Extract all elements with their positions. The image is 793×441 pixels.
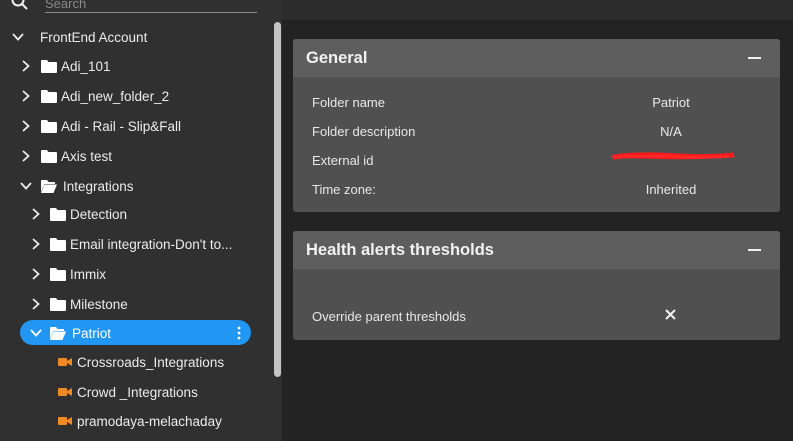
health-alerts-card: Health alerts thresholds Override parent… — [293, 231, 780, 340]
tree-item[interactable]: Adi_new_folder_2 — [0, 83, 272, 109]
tree-item-label: Crowd _Integrations — [77, 384, 198, 400]
redaction-mark — [611, 152, 735, 161]
close-icon — [665, 309, 676, 320]
tree-item-camera[interactable]: Crowd _Integrations — [0, 379, 272, 405]
folder-icon — [50, 208, 66, 221]
camera-icon — [58, 388, 72, 396]
chevron-down-icon[interactable] — [30, 327, 42, 339]
chevron-right-icon[interactable] — [20, 90, 32, 102]
tree-item-label: Adi_new_folder_2 — [61, 88, 170, 104]
folder-icon — [50, 238, 66, 251]
tree-item[interactable]: Adi - Rail - Slip&Fall — [0, 113, 272, 139]
tree-item-label: Crossroads_Integrations — [77, 354, 225, 370]
tree-item-patriot[interactable]: Patriot — [0, 320, 272, 346]
health-card-header[interactable]: Health alerts thresholds — [293, 231, 780, 269]
folder-icon — [41, 60, 57, 73]
tree-item-root[interactable]: FrontEnd Account — [0, 24, 272, 50]
folder-icon — [41, 120, 57, 133]
chevron-right-icon[interactable] — [30, 298, 42, 310]
more-vert-icon[interactable] — [236, 326, 242, 340]
camera-icon — [58, 417, 72, 425]
chevron-right-icon[interactable] — [30, 238, 42, 250]
folder-icon — [50, 298, 66, 311]
folder-icon — [41, 90, 57, 103]
tree-item-label: Patriot — [72, 325, 112, 341]
minus-icon[interactable] — [748, 249, 761, 251]
general-card-header[interactable]: General — [293, 39, 780, 77]
time-zone-value: Inherited — [645, 182, 697, 197]
folder-name-label: Folder name — [312, 95, 385, 110]
chevron-down-icon[interactable] — [12, 31, 24, 43]
chevron-down-icon[interactable] — [20, 180, 32, 192]
folder-icon — [50, 268, 66, 281]
minus-icon[interactable] — [748, 57, 761, 59]
camera-icon — [58, 358, 72, 366]
card-title: Health alerts thresholds — [306, 241, 494, 259]
external-id-label: External id — [312, 153, 374, 168]
chevron-right-icon[interactable] — [20, 120, 32, 132]
top-bar — [282, 0, 793, 20]
tree-item-label: Milestone — [70, 296, 128, 312]
tree-item[interactable]: Adi_101 — [0, 53, 272, 79]
search-icon[interactable] — [10, 0, 30, 12]
tree-item[interactable]: Milestone — [0, 291, 272, 317]
folder-open-icon — [41, 180, 57, 193]
tree-item[interactable]: Email integration-Don't to... — [0, 231, 272, 257]
scrollbar-thumb[interactable] — [274, 22, 281, 377]
tree-item-integrations[interactable]: Integrations — [0, 173, 272, 199]
tree-item-label: Adi - Rail - Slip&Fall — [61, 118, 182, 134]
card-title: General — [306, 49, 368, 67]
tree-item-label: Axis test — [61, 148, 113, 164]
tree-item[interactable]: Immix — [0, 261, 272, 287]
tree-item[interactable]: Axis test — [0, 143, 272, 169]
chevron-right-icon[interactable] — [30, 268, 42, 280]
search-bar — [0, 0, 282, 18]
override-thresholds-label: Override parent thresholds — [312, 309, 466, 324]
general-card: General Folder name Patriot Folder descr… — [293, 39, 780, 212]
tree-item-label: Detection — [70, 206, 128, 222]
tree-item-label: Email integration-Don't to... — [70, 236, 233, 252]
tree-item-camera[interactable]: pramodaya-melachaday — [0, 408, 272, 434]
tree-item-label: Adi_101 — [61, 58, 111, 74]
tree-item-label: pramodaya-melachaday — [77, 413, 222, 429]
search-input[interactable] — [45, 0, 257, 13]
folder-tree-panel: FrontEnd Account Adi_101 Adi_new_folder_… — [0, 0, 282, 441]
chevron-right-icon[interactable] — [30, 208, 42, 220]
time-zone-label: Time zone: — [312, 182, 376, 197]
folder-open-icon — [50, 327, 66, 340]
tree-item-label: Immix — [70, 266, 106, 282]
tree-item[interactable]: Detection — [0, 201, 272, 227]
folder-name-value: Patriot — [652, 95, 690, 110]
chevron-right-icon[interactable] — [20, 60, 32, 72]
folder-description-value: N/A — [660, 124, 682, 139]
folder-icon — [41, 150, 57, 163]
tree-item-label: FrontEnd Account — [40, 29, 148, 45]
chevron-right-icon[interactable] — [20, 150, 32, 162]
folder-description-label: Folder description — [312, 124, 416, 139]
tree-item-camera[interactable]: Crossroads_Integrations — [0, 349, 272, 375]
tree-item-label: Integrations — [63, 178, 134, 194]
